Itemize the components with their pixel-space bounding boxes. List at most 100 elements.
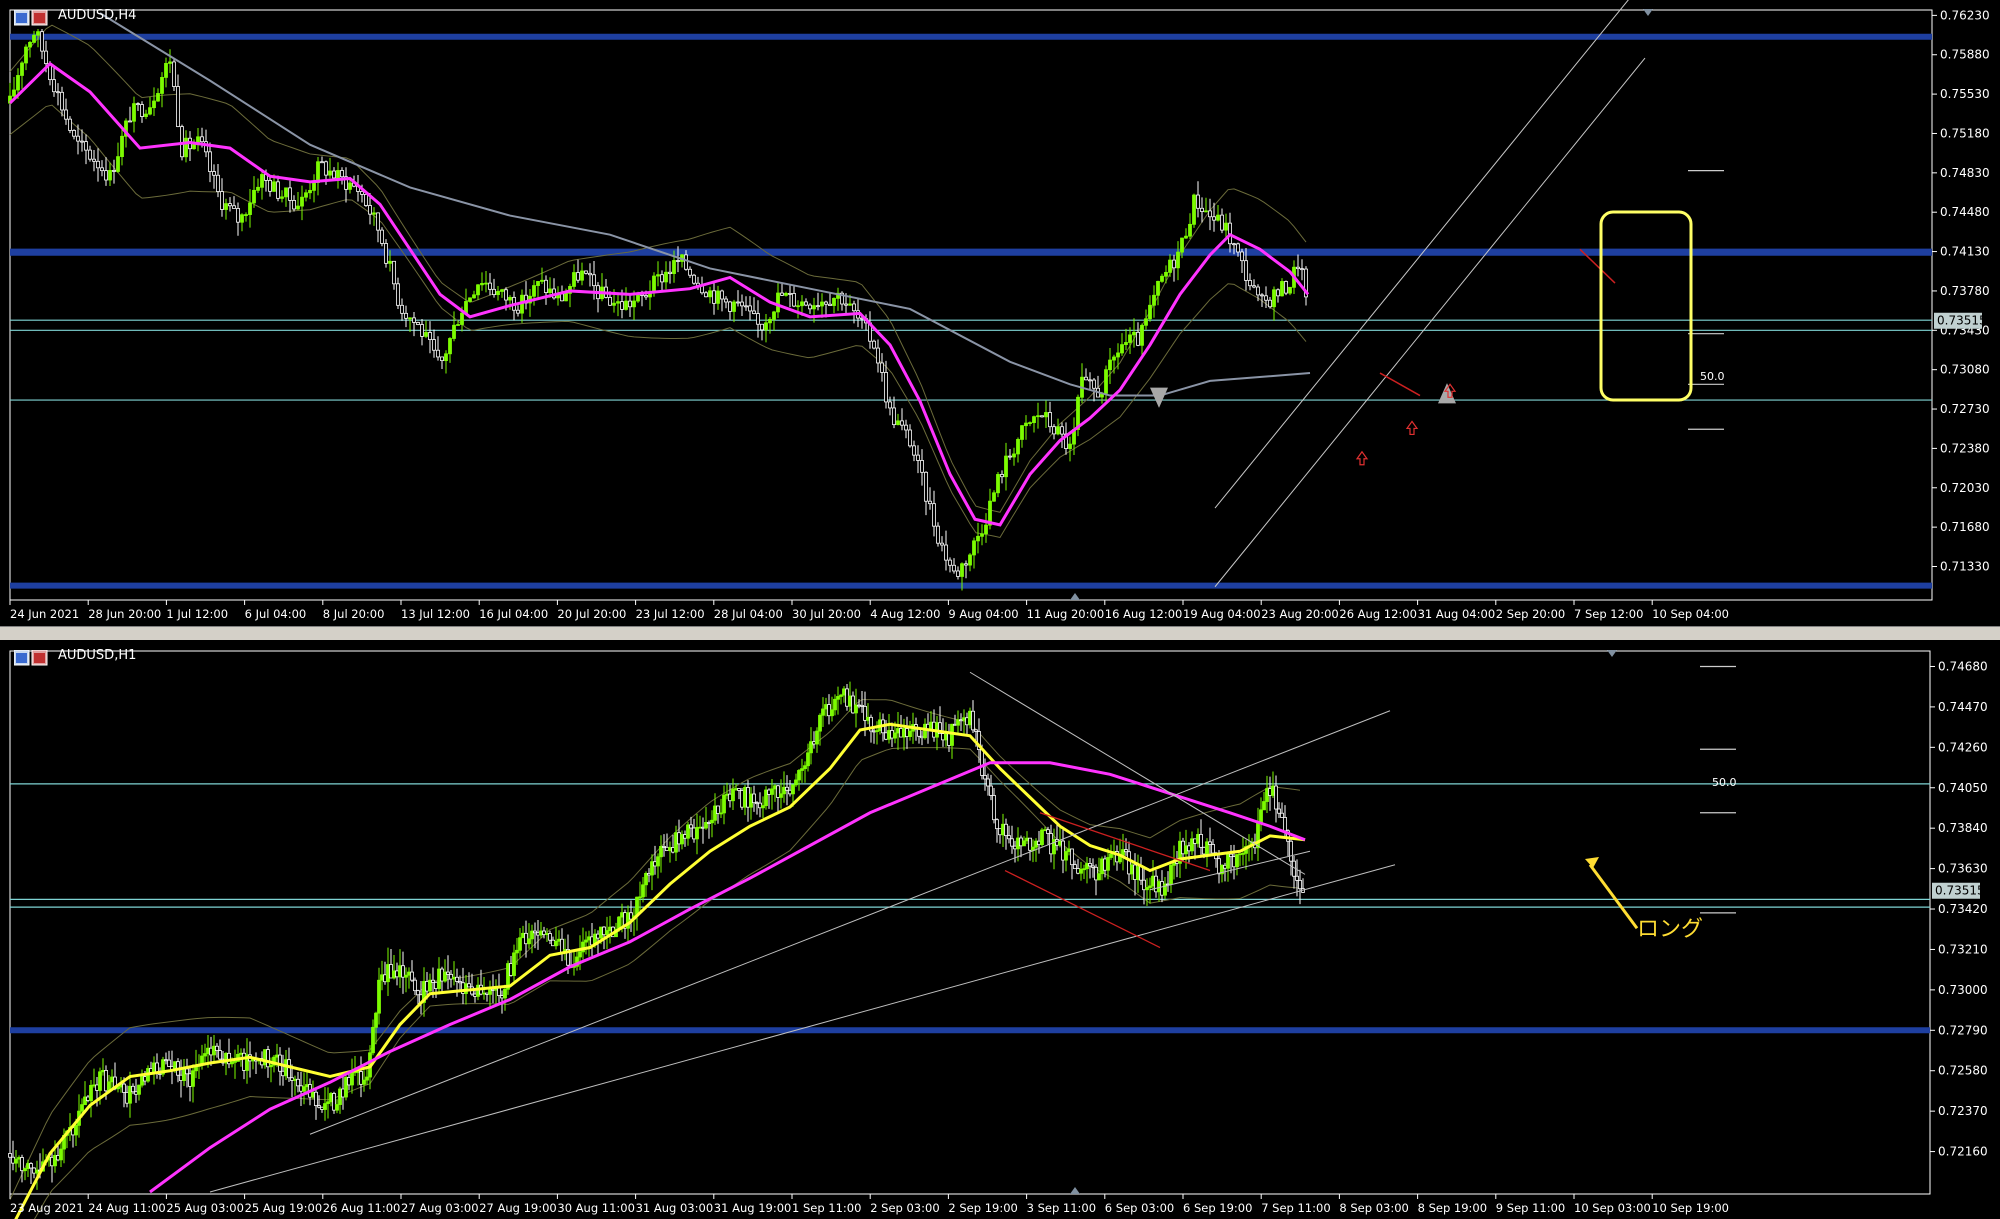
candle-body	[458, 981, 462, 984]
candle-body	[324, 161, 328, 176]
candle-body	[818, 714, 822, 732]
candle-body	[539, 930, 543, 936]
candle-body	[760, 323, 764, 331]
x-axis-tick-label: 23 Aug 2021	[10, 1201, 84, 1215]
candle-body	[44, 50, 48, 64]
candle-body	[1295, 875, 1299, 881]
candle-body	[444, 353, 448, 362]
candle-body	[770, 788, 774, 795]
candle-body	[953, 723, 957, 726]
candle-body	[557, 938, 561, 942]
x-axis-tick-label: 16 Aug 12:00	[1105, 607, 1183, 621]
y-axis-tick-label: 0.73840	[1938, 821, 1988, 835]
candle-body	[1046, 829, 1050, 834]
candle-body	[208, 151, 212, 172]
candle-body	[185, 1068, 189, 1075]
candle-body	[916, 454, 920, 461]
candle-body	[26, 1163, 30, 1169]
h1-chart-window[interactable]: AUDUSD,H1 0.74680 0.74470 0.74260 0.74050 0.…	[0, 640, 2000, 1219]
candle-body	[1034, 840, 1038, 848]
candle-body	[1084, 376, 1088, 381]
candle-body	[684, 254, 688, 270]
candle-body	[876, 347, 880, 364]
candle-body	[1180, 237, 1184, 253]
candle-body	[23, 1168, 27, 1172]
candle-body	[620, 912, 624, 918]
h1-window-icon	[14, 650, 48, 666]
candle-body	[432, 339, 436, 351]
candle-body	[440, 356, 444, 362]
x-axis-tick-label: 28 Jun 20:00	[88, 607, 161, 621]
candle-body	[1280, 281, 1284, 297]
candle-body	[383, 974, 387, 983]
candle-body	[728, 301, 732, 312]
candle-body	[408, 317, 412, 320]
h4-chart-window[interactable]: AUDUSD,H4 0.76230 0.75880 0.75530 0.75180 0.…	[0, 0, 2000, 626]
candle-body	[314, 1091, 318, 1106]
candle-body	[233, 1060, 237, 1063]
candle-body	[365, 1076, 369, 1081]
candle-body	[1040, 829, 1044, 846]
candle-body	[437, 968, 441, 990]
candle-body	[1007, 835, 1011, 840]
candle-body	[467, 983, 471, 988]
candle-body	[758, 802, 762, 809]
candle-body	[52, 79, 56, 93]
shift-marker-bottom	[1070, 593, 1080, 600]
moving-average-fast	[14, 722, 1306, 1219]
candle-body	[548, 288, 552, 294]
candle-body	[908, 730, 912, 737]
candle-body	[792, 293, 796, 307]
candle-body	[692, 274, 696, 284]
candle-body	[1188, 223, 1192, 237]
x-axis-tick-label: 8 Jul 20:00	[323, 607, 385, 621]
current-price-tag: 0.73515	[1935, 884, 1985, 898]
candle-body	[416, 990, 420, 996]
candle-body	[764, 322, 768, 331]
candle-body	[824, 704, 828, 710]
candle-body	[820, 301, 824, 307]
candle-body	[794, 779, 798, 786]
candle-body	[374, 1012, 378, 1028]
candle-body	[1056, 426, 1060, 435]
candle-body	[1268, 299, 1272, 308]
candle-body	[328, 170, 332, 176]
candle-body	[84, 141, 88, 151]
x-axis-tick-label: 31 Aug 04:00	[1418, 607, 1496, 621]
h1-chart[interactable]: 0.74680 0.74470 0.74260 0.74050 0.73840 0.736…	[0, 640, 2000, 1219]
candle-body	[1037, 840, 1041, 846]
candle-body	[218, 1050, 222, 1060]
candle-body	[554, 940, 558, 947]
candle-body	[68, 118, 72, 131]
candle-body	[1064, 851, 1068, 861]
candle-body	[816, 305, 820, 308]
candle-body	[168, 61, 172, 64]
candle-body	[1052, 426, 1056, 435]
h4-chart[interactable]: 0.76230 0.75880 0.75530 0.75180 0.74830 0.744…	[0, 0, 2000, 626]
candle-body	[1187, 845, 1191, 852]
candle-body	[212, 171, 216, 176]
candle-body	[905, 728, 909, 737]
candle-body	[884, 732, 888, 740]
candle-body	[830, 709, 834, 717]
candle-body	[780, 292, 784, 296]
candle-body	[632, 300, 636, 308]
candle-body	[1200, 207, 1204, 212]
candle-body	[1220, 214, 1224, 231]
candle-body	[316, 161, 320, 183]
candle-body	[446, 971, 450, 975]
candle-body	[434, 981, 438, 990]
y-axis-tick-label: 0.71330	[1940, 560, 1990, 574]
candle-body	[1136, 866, 1140, 880]
candle-body	[206, 1047, 210, 1054]
candle-body	[275, 1054, 279, 1058]
candle-body	[971, 710, 975, 731]
candle-body	[1088, 863, 1092, 867]
candle-body	[924, 471, 928, 502]
candle-body	[1073, 864, 1077, 870]
candle-body	[56, 91, 60, 94]
candle-body	[371, 1026, 375, 1054]
red-channel-line	[1379, 372, 1421, 397]
candle-body	[80, 140, 84, 143]
candle-body	[564, 292, 568, 302]
